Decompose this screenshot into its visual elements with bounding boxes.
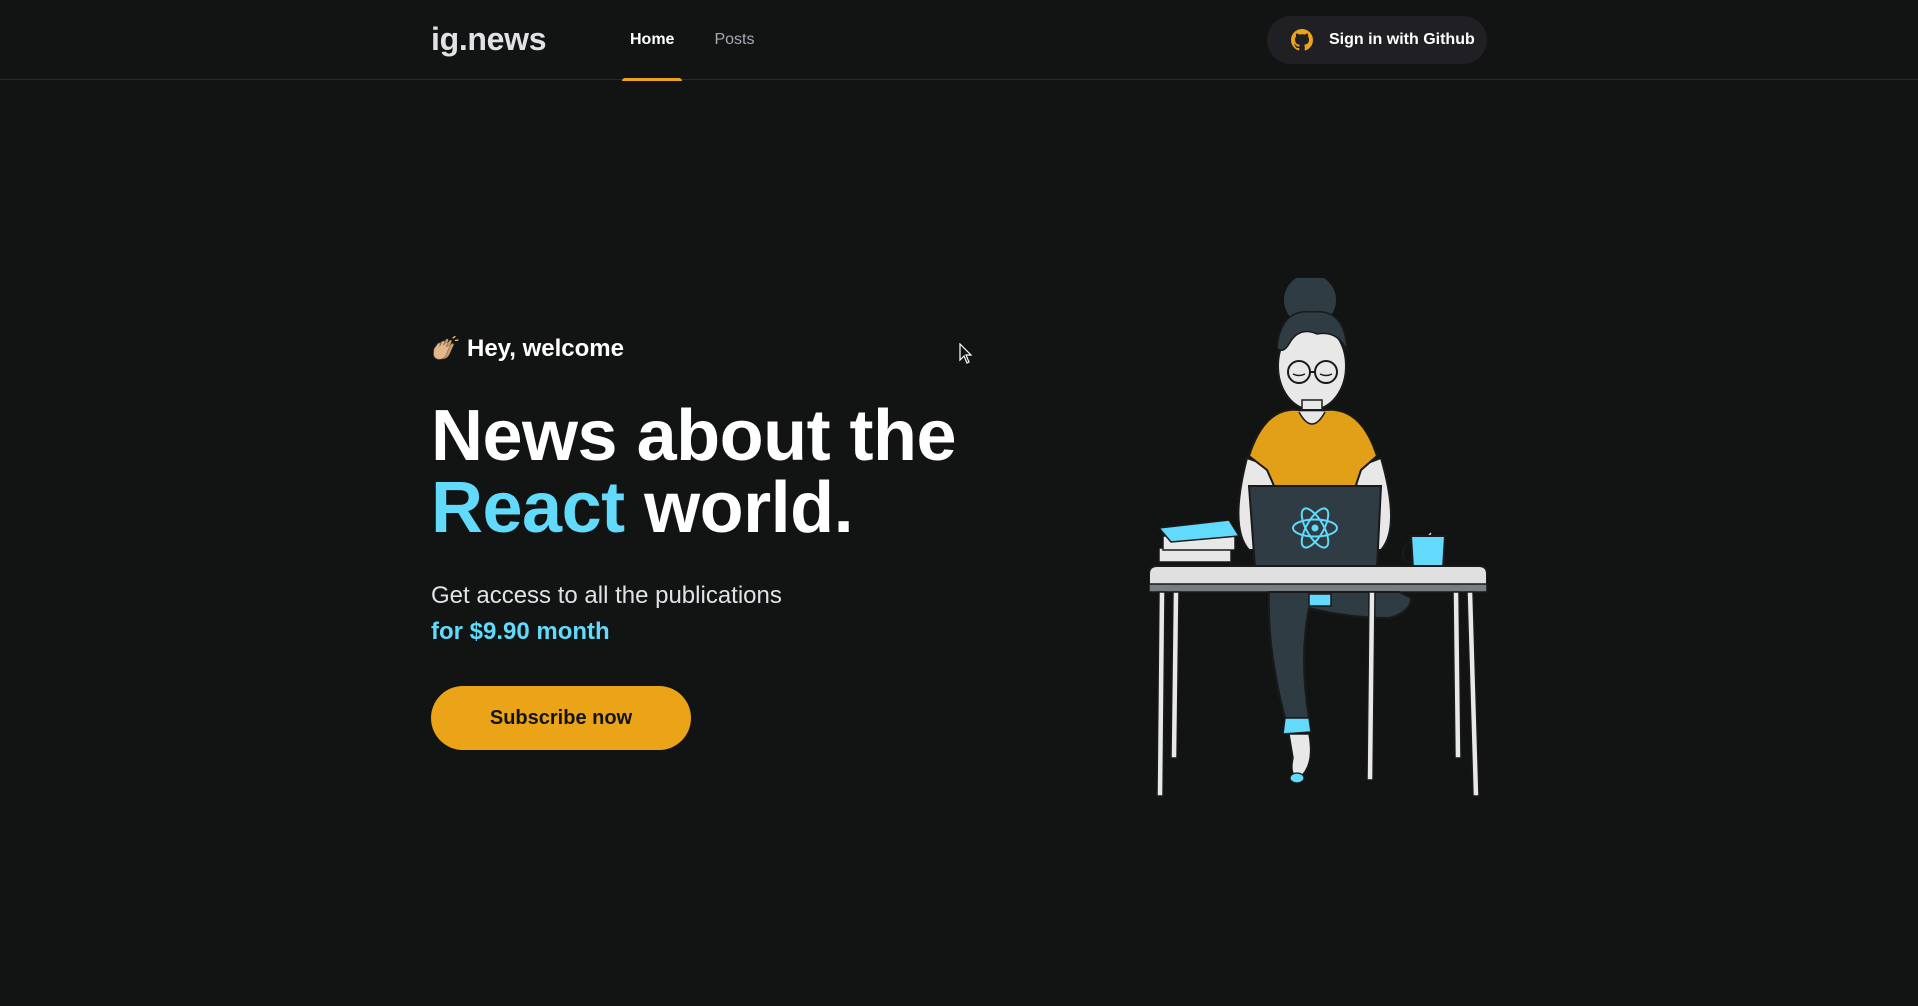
main-nav: Home Posts	[622, 0, 786, 81]
site-logo[interactable]: ig.news	[431, 20, 547, 58]
sign-in-github-button[interactable]: Sign in with Github	[1267, 16, 1487, 64]
sign-in-label: Sign in with Github	[1329, 31, 1475, 48]
price-text: for $9.90 month	[431, 618, 610, 645]
headline-line1: News about the	[431, 396, 957, 476]
clapping-hands-icon	[431, 335, 459, 363]
top-header: ig.news Home Posts Sign in with Github	[0, 0, 1918, 81]
welcome-line: Hey, welcome	[431, 335, 624, 363]
headline: News about the React world.	[431, 400, 957, 544]
welcome-text: Hey, welcome	[467, 335, 624, 362]
nav-link-home[interactable]: Home	[622, 0, 683, 81]
hero-section: Hey, welcome News about the React world.…	[431, 80, 1488, 1006]
headline-accent: React	[431, 468, 625, 548]
nav-link-posts[interactable]: Posts	[706, 0, 762, 80]
mouse-cursor-icon	[959, 343, 973, 364]
hero-subtitle: Get access to all the publications	[431, 582, 782, 609]
woman-at-laptop-illustration	[1148, 274, 1488, 804]
header-content: ig.news Home Posts Sign in with Github	[431, 0, 1487, 81]
github-icon	[1291, 29, 1313, 51]
headline-line2-rest: world.	[644, 468, 854, 548]
subscribe-button[interactable]: Subscribe now	[431, 686, 691, 750]
